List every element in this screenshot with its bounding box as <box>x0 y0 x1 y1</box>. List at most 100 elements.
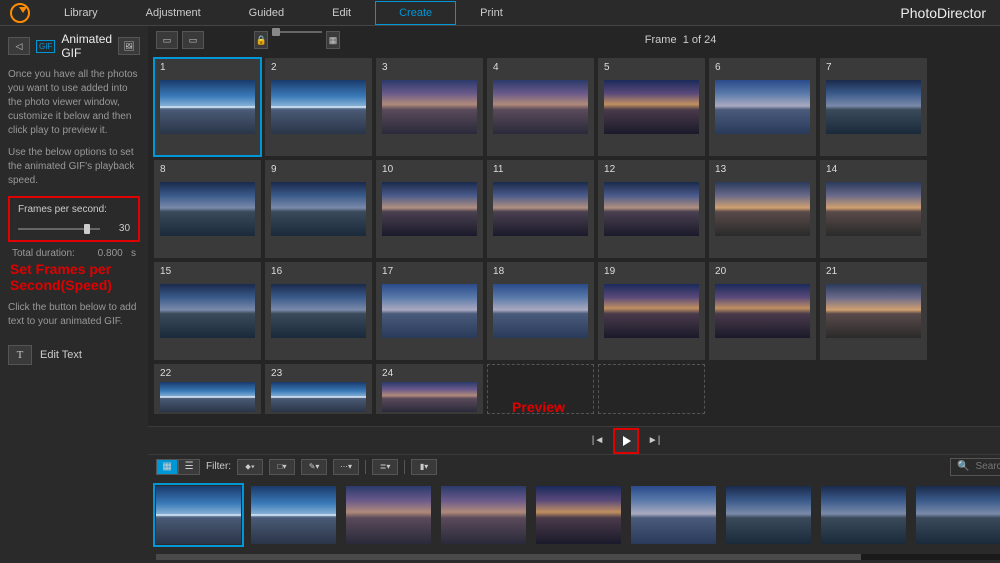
frame-image <box>826 284 921 338</box>
filter-tag-dropdown[interactable]: ⬥▾ <box>237 459 263 475</box>
frame-thumbnail[interactable]: 2 <box>265 58 372 156</box>
frame-image <box>715 80 810 134</box>
empty-frame-slot[interactable] <box>598 364 705 414</box>
filter-more-dropdown[interactable]: ⋯▾ <box>333 459 359 475</box>
frame-image <box>271 382 366 412</box>
frame-image <box>493 182 588 236</box>
sort-dropdown[interactable]: ≣▾ <box>372 459 398 475</box>
frame-thumbnail[interactable]: 9 <box>265 160 372 258</box>
fps-annotation: Set Frames per Second(Speed) <box>8 261 140 293</box>
zoom-slider[interactable] <box>272 31 322 33</box>
frame-number: 23 <box>271 368 282 379</box>
frame-thumbnail[interactable]: 12 <box>598 160 705 258</box>
stack-dropdown[interactable]: ▮▾ <box>411 459 437 475</box>
frame-number: 9 <box>271 164 277 175</box>
gif-icon: GIF <box>36 40 55 53</box>
search-box[interactable]: 🔍 ✕ <box>950 458 1000 476</box>
frame-thumbnail[interactable]: 20 <box>709 262 816 360</box>
fps-section: Frames per second: 30 <box>8 196 140 242</box>
grid-view-icon[interactable]: ▦ <box>156 459 178 475</box>
frame-image <box>604 284 699 338</box>
frames-toolbar: ▭ ▭ 🔒 ▦ Frame 1 of 24 Clear All <box>148 26 1000 54</box>
frame-number: 15 <box>160 266 171 277</box>
frame-thumbnail[interactable]: 19 <box>598 262 705 360</box>
frame-thumbnail[interactable]: 24 <box>376 364 483 414</box>
filter-edit-dropdown[interactable]: ✎▾ <box>301 459 327 475</box>
filmstrip-thumbnail[interactable] <box>346 486 431 544</box>
frame-thumbnail[interactable]: 15 <box>154 262 261 360</box>
filmstrip-thumbnail[interactable] <box>251 486 336 544</box>
frame-thumbnail[interactable]: 4 <box>487 58 594 156</box>
fps-slider[interactable] <box>18 228 100 230</box>
frame-image <box>160 382 255 412</box>
filter-flag-dropdown[interactable]: □▾ <box>269 459 295 475</box>
filmstrip-thumbnail[interactable] <box>726 486 811 544</box>
left-panel: ◁ GIF Animated GIF 🖼 Once you have all t… <box>0 26 148 563</box>
frame-thumbnail[interactable]: 23 <box>265 364 372 414</box>
nav-adjustment[interactable]: Adjustment <box>122 1 225 25</box>
prev-frame-icon[interactable]: |◄ <box>589 433 607 449</box>
frame-image <box>493 284 588 338</box>
nav-print[interactable]: Print <box>456 1 527 25</box>
frames-grid: 123456789101112131415161718192021222324 … <box>148 54 1000 426</box>
frame-thumbnail[interactable]: 13 <box>709 160 816 258</box>
frame-number: 4 <box>493 62 499 73</box>
frame-number: 10 <box>382 164 393 175</box>
filmstrip-thumbnail[interactable] <box>441 486 526 544</box>
play-button[interactable] <box>615 430 637 452</box>
frame-thumbnail[interactable]: 11 <box>487 160 594 258</box>
frame-number: 3 <box>382 62 388 73</box>
frame-thumbnail[interactable]: 5 <box>598 58 705 156</box>
frame-image <box>271 80 366 134</box>
playback-bar: |◄ ►| Save as <box>148 426 1000 454</box>
filmstrip-thumbnail[interactable] <box>631 486 716 544</box>
frame-number: 7 <box>826 62 832 73</box>
filmstrip <box>148 478 1000 563</box>
frame-thumbnail[interactable]: 7 <box>820 58 927 156</box>
lock-icon[interactable]: 🔒 <box>254 31 268 49</box>
frame-thumbnail[interactable]: 10 <box>376 160 483 258</box>
layout-icon[interactable]: ▭ <box>156 31 178 49</box>
frame-thumbnail[interactable]: 18 <box>487 262 594 360</box>
frame-number: 24 <box>382 368 393 379</box>
help-text-3: Click the button below to add text to yo… <box>8 301 140 329</box>
frame-thumbnail[interactable]: 21 <box>820 262 927 360</box>
nav-create[interactable]: Create <box>375 1 456 25</box>
landscape-icon[interactable]: ▭ <box>182 31 204 49</box>
fps-label: Frames per second: <box>18 204 130 215</box>
frame-thumbnail[interactable]: 8 <box>154 160 261 258</box>
frame-thumbnail[interactable]: 14 <box>820 160 927 258</box>
frame-thumbnail[interactable]: 22 <box>154 364 261 414</box>
frame-image <box>604 80 699 134</box>
frame-image <box>826 182 921 236</box>
frame-thumbnail[interactable]: 16 <box>265 262 372 360</box>
filmstrip-thumbnail[interactable] <box>536 486 621 544</box>
list-view-icon[interactable]: ☰ <box>178 459 200 475</box>
back-icon[interactable]: ◁ <box>8 37 30 55</box>
filter-label: Filter: <box>206 461 231 472</box>
nav-edit[interactable]: Edit <box>308 1 375 25</box>
nav-guided[interactable]: Guided <box>225 1 308 25</box>
frame-image <box>715 182 810 236</box>
frame-thumbnail[interactable]: 1 <box>154 58 261 156</box>
top-navigation: Library Adjustment Guided Edit Create Pr… <box>0 0 1000 26</box>
grid-icon[interactable]: ▦ <box>326 31 340 49</box>
frame-thumbnail[interactable]: 6 <box>709 58 816 156</box>
edit-text-button[interactable]: Edit Text <box>40 349 82 361</box>
frame-number: 18 <box>493 266 504 277</box>
frame-image <box>160 284 255 338</box>
filmstrip-scrollbar[interactable] <box>156 554 1000 560</box>
next-frame-icon[interactable]: ►| <box>645 433 663 449</box>
frame-number: 11 <box>493 164 503 175</box>
filmstrip-thumbnail[interactable] <box>821 486 906 544</box>
frame-thumbnail[interactable]: 3 <box>376 58 483 156</box>
edit-text-icon[interactable]: T <box>8 345 32 365</box>
nav-library[interactable]: Library <box>40 1 122 25</box>
frame-image <box>493 80 588 134</box>
filmstrip-thumbnail[interactable] <box>916 486 1000 544</box>
search-input[interactable] <box>976 461 1000 472</box>
duration-value: 0.800 s <box>98 248 136 259</box>
frame-thumbnail[interactable]: 17 <box>376 262 483 360</box>
image-icon[interactable]: 🖼 <box>118 37 140 55</box>
filmstrip-thumbnail[interactable] <box>156 486 241 544</box>
